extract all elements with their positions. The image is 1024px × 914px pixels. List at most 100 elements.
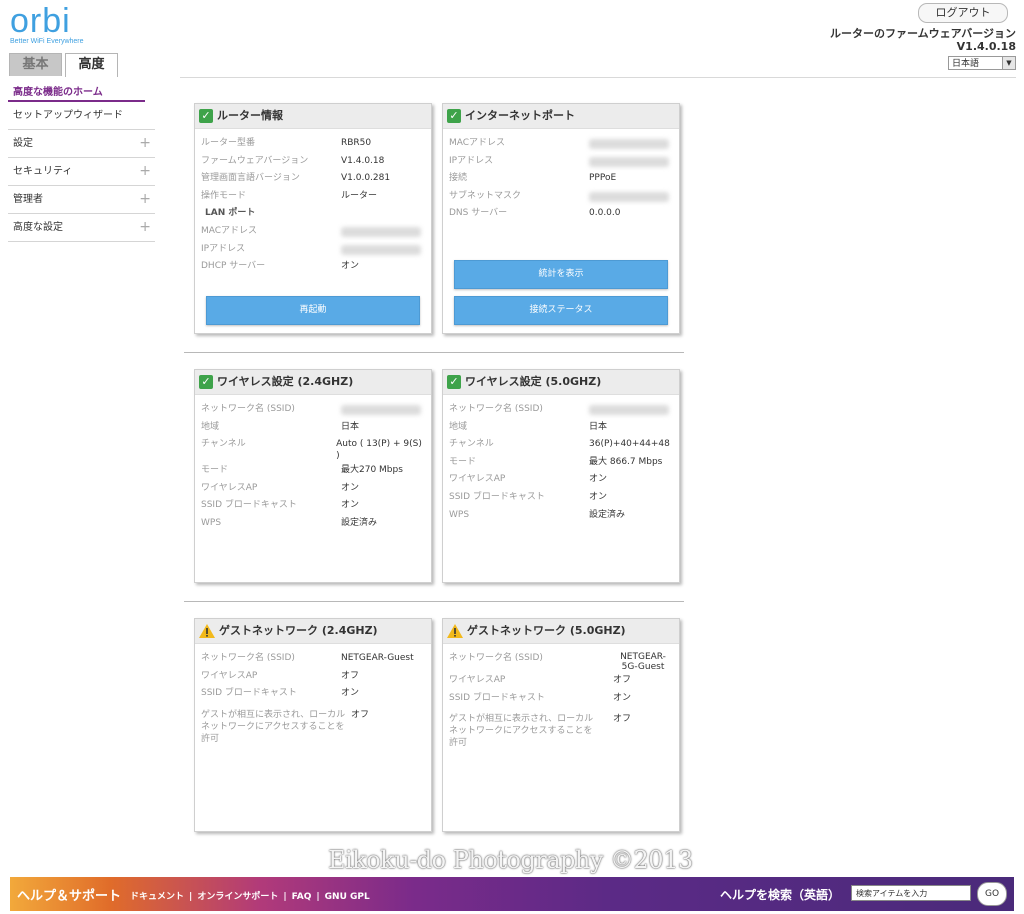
help-support-title: ヘルプ＆サポート (17, 889, 122, 904)
info-row: ワイヤレスAP オン (201, 480, 425, 498)
info-row: ルーター型番 RBR50 (201, 135, 425, 153)
plus-icon[interactable]: + (139, 214, 151, 241)
footer-link-online-support[interactable]: オンラインサポート (197, 892, 278, 902)
info-label: ルーター型番 (201, 138, 256, 148)
info-label: ワイヤレスAP (449, 675, 506, 685)
info-value: オン (589, 491, 608, 502)
info-label: SSID ブロードキャスト (201, 500, 297, 511)
info-label: 管理画面言語バージョン (201, 173, 300, 184)
info-value: 最大 866.7 Mbps (589, 456, 663, 467)
info-label: 接続 (449, 173, 468, 184)
panel-header: ✓ ルーター情報 (195, 104, 431, 129)
plus-icon[interactable]: + (139, 130, 151, 157)
section-divider (184, 601, 684, 602)
redacted-value (341, 226, 421, 237)
internet-port-rows: MACアドレス IPアドレス 接続 PPPoE サブネットマスク DNS サーバー 0.0.… (443, 129, 679, 223)
panel-title: ゲストネットワーク (2.4GHZ) (219, 624, 378, 637)
info-value: 設定済み (589, 509, 626, 520)
logout-button[interactable]: ログアウト (918, 3, 1008, 23)
info-row: DNS サーバー 0.0.0.0 (449, 205, 673, 223)
panel-title: ワイヤレス設定 (2.4GHZ) (217, 375, 354, 388)
sidebar-item[interactable]: 高度な機能のホーム (8, 82, 145, 102)
sidebar-item[interactable]: 設定 + (8, 130, 155, 158)
info-value: PPPoE (589, 173, 617, 184)
info-row: MACアドレス (201, 223, 425, 241)
plus-icon[interactable]: + (139, 158, 151, 185)
chevron-down-icon: ▼ (1002, 57, 1015, 69)
router-info-rows: ルーター型番 RBR50 ファームウェアバージョン V1.4.0.18 管理画面言語バー… (195, 129, 431, 276)
info-row: DHCP サーバー オン (201, 258, 425, 276)
router-info-panel: ✓ ルーター情報 ルーター型番 RBR50 ファームウェアバージョン V1.4.0.1… (194, 103, 432, 334)
firmware-title: ルーターのファームウェアバージョン (829, 27, 1016, 40)
panel-title: ワイヤレス設定 (5.0GHZ) (465, 375, 602, 388)
tab-advanced[interactable]: 高度 (65, 53, 118, 77)
info-label: ゲストが相互に表示され、ローカルネットワークにアクセスすることを許可 (201, 709, 346, 744)
check-icon: ✓ (447, 375, 461, 389)
footer: ヘルプ＆サポート ドキュメント | オンラインサポート | FAQ | GNU GPL ヘル… (10, 877, 1014, 911)
redacted-value (341, 244, 421, 255)
info-value: 日本 (589, 421, 608, 432)
info-value: オフ (341, 670, 360, 681)
guest-50-panel: ゲストネットワーク (5.0GHZ) ネットワーク名 (SSID) NETGEAR… (442, 618, 680, 832)
info-value: オン (341, 688, 360, 699)
info-label: 操作モード (201, 190, 247, 201)
sidebar-item[interactable]: 管理者 + (8, 186, 155, 214)
info-label: MACアドレス (201, 225, 258, 236)
plus-icon[interactable]: + (139, 186, 151, 213)
info-row: ネットワーク名 (SSID) NETGEAR-5G-Guest (449, 650, 673, 672)
footer-links: ドキュメント | オンラインサポート | FAQ | GNU GPL (130, 889, 370, 902)
tab-basic[interactable]: 基本 (9, 53, 62, 76)
info-value: 日本 (341, 421, 360, 432)
info-label: モード (449, 456, 477, 467)
show-statistics-button[interactable]: 統計を表示 (454, 260, 668, 289)
info-value: オフ (351, 709, 370, 720)
go-button[interactable]: GO (977, 882, 1007, 906)
info-value: オン (589, 474, 608, 485)
watermark: Eikoku-do Photography ©2013 (328, 846, 693, 874)
info-row: サブネットマスク (449, 188, 673, 206)
info-label: DNS サーバー (449, 208, 508, 219)
info-row: 地域 日本 (449, 419, 673, 437)
check-icon: ✓ (199, 375, 213, 389)
guest-50-rows: ネットワーク名 (SSID) NETGEAR-5G-Guest ワイヤレスAP オフ S… (443, 644, 679, 749)
reboot-button[interactable]: 再起動 (206, 296, 420, 325)
info-value: ルーター (341, 190, 378, 201)
info-label: WPS (449, 509, 470, 520)
sidebar-item-label: セットアップウィザード (13, 110, 123, 121)
sidebar-item[interactable]: セットアップウィザード (8, 102, 155, 130)
info-label: ワイヤレスAP (201, 670, 258, 681)
language-select[interactable]: 日本語 ▼ (948, 56, 1016, 70)
info-label: IPアドレス (201, 243, 246, 254)
panel-header: ゲストネットワーク (5.0GHZ) (443, 619, 679, 644)
footer-link-gnu-gpl[interactable]: GNU GPL (325, 892, 370, 902)
info-label: 地域 (449, 421, 468, 432)
info-label: ゲストが相互に表示され、ローカルネットワークにアクセスすることを許可 (449, 714, 594, 749)
info-label: LAN ポート (205, 208, 256, 219)
info-label: SSID ブロードキャスト (201, 688, 297, 699)
sidebar-item-label: 高度な機能のホーム (13, 87, 103, 98)
info-value: 最大270 Mbps (341, 465, 403, 476)
help-search-input[interactable]: 検索アイテムを入力 (851, 885, 971, 901)
info-row: 接続 PPPoE (449, 170, 673, 188)
link-separator: | (316, 892, 320, 902)
sidebar-item-label: 管理者 (13, 194, 43, 205)
info-row: 地域 日本 (201, 419, 425, 437)
sidebar-item[interactable]: セキュリティ + (8, 158, 155, 186)
footer-link-faq[interactable]: FAQ (292, 892, 312, 902)
info-value: Auto ( 13(P) + 9(S) ) (336, 439, 422, 462)
info-row: ファームウェアバージョン V1.4.0.18 (201, 153, 425, 171)
sidebar-item[interactable]: 高度な設定 + (8, 214, 155, 242)
info-row: 管理画面言語バージョン V1.0.0.281 (201, 170, 425, 188)
footer-link-documents[interactable]: ドキュメント (130, 892, 184, 902)
panel-header: ゲストネットワーク (2.4GHZ) (195, 619, 431, 644)
info-label: ネットワーク名 (SSID) (449, 404, 543, 414)
connection-status-button[interactable]: 接続ステータス (454, 296, 668, 325)
info-row: WPS 設定済み (449, 507, 673, 525)
panel-header: ✓ ワイヤレス設定 (2.4GHZ) (195, 370, 431, 395)
info-label: 地域 (201, 421, 220, 432)
info-value: RBR50 (341, 138, 372, 148)
info-label: DHCP サーバー (201, 261, 266, 272)
sidebar-item-label: 高度な設定 (13, 222, 63, 233)
sidebar: 高度な機能のホームセットアップウィザード設定 + セキュリティ + 管理者 + 高度な設定 + (8, 82, 155, 242)
help-search-label: ヘルプを検索（英語） (720, 888, 841, 902)
